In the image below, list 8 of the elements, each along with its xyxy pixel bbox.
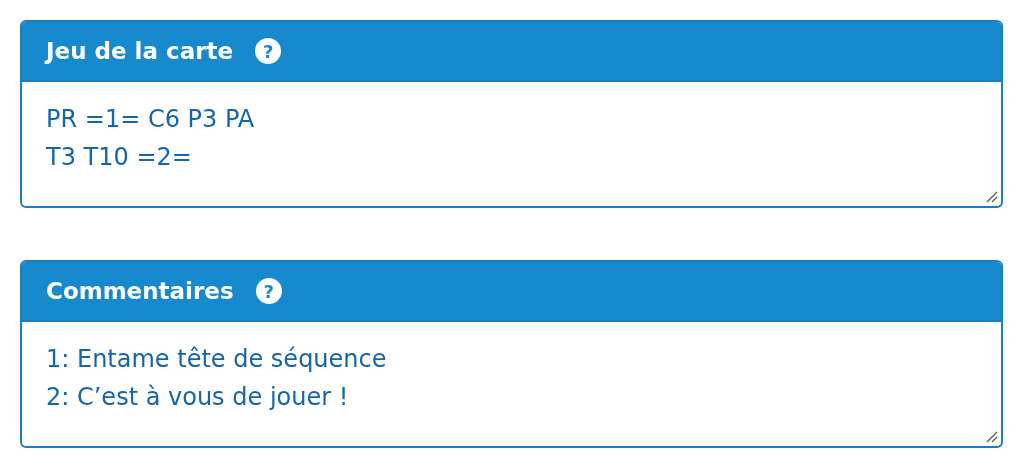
help-button[interactable]: ? (255, 278, 282, 304)
help-button[interactable]: ? (255, 38, 282, 64)
resize-grip-icon[interactable] (984, 429, 998, 443)
text-area[interactable]: PR =1= C6 P3 PA T3 T10 =2= (22, 82, 1001, 206)
text-area[interactable]: 1: Entame tête de séquence 2: C’est à vous de jouer ! (22, 322, 1001, 446)
resize-grip-icon[interactable] (984, 189, 998, 203)
panel-title: Commentaires (46, 278, 234, 304)
panel-title: Jeu de la carte (46, 38, 234, 64)
